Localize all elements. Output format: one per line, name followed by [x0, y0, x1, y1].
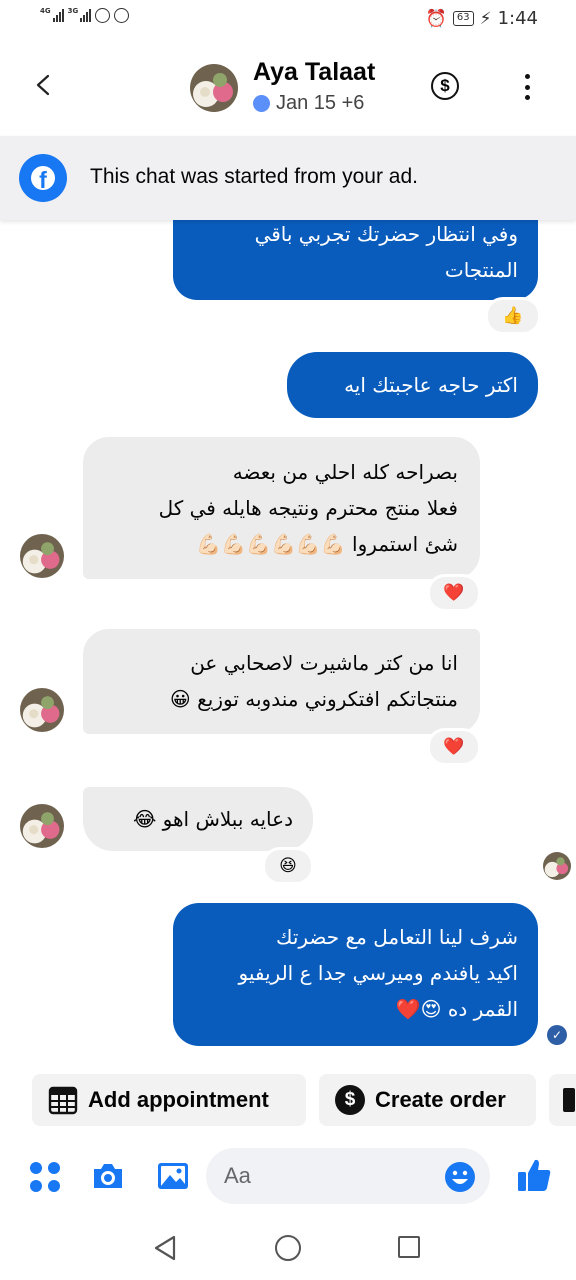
reaction-badge[interactable]: 😆 [262, 847, 314, 885]
calendar-icon [48, 1086, 78, 1115]
more-actions-button[interactable] [549, 1074, 576, 1126]
nav-recents-icon[interactable] [398, 1236, 420, 1258]
add-appointment-label: Add appointment [88, 1087, 269, 1112]
system-nav-bar [0, 1214, 576, 1280]
signal-icon [52, 9, 64, 22]
delivered-check-icon: ✓ [547, 1025, 567, 1045]
nav-back-icon[interactable] [152, 1234, 178, 1262]
reaction-badge[interactable]: ❤️ [427, 728, 481, 766]
avatar[interactable] [20, 804, 64, 848]
dollar-icon[interactable]: $ [431, 72, 459, 100]
create-order-button[interactable]: $ Create order [319, 1074, 536, 1126]
contact-name[interactable]: Aya Talaat [253, 58, 375, 87]
dollar-coin-icon: $ [335, 1085, 365, 1115]
message-bubble-incoming[interactable]: انا من كتر ماشيرت لاصحابي عن منتجاتكم اف… [83, 629, 480, 734]
reaction-badge[interactable]: ❤️ [427, 574, 481, 612]
avatar[interactable] [20, 688, 64, 732]
status-bar: 4G 3G ⏰ 63 ⚡ 1:44 [0, 0, 576, 38]
status-dot [253, 95, 270, 112]
signal-icon [80, 9, 92, 22]
whatsapp-icon [114, 8, 130, 23]
avatar[interactable] [20, 534, 64, 578]
composer [0, 1140, 576, 1214]
back-arrow-icon[interactable] [34, 74, 52, 96]
alarm-icon: ⏰ [425, 8, 447, 29]
message-bubble-outgoing[interactable]: وفي انتظار حضرتك تجربي باقي المنتجات [173, 220, 538, 300]
message-list[interactable]: وفي انتظار حضرتك تجربي باقي المنتجات 👍 ا… [0, 220, 576, 1070]
nav-home-icon[interactable] [275, 1235, 301, 1261]
avatar[interactable] [190, 64, 238, 112]
chat-header: Aya Talaat Jan 15 +6 $ [0, 38, 576, 136]
message-bubble-outgoing[interactable]: شرف لينا التعامل مع حضرتك اكيد يافندم وم… [173, 903, 538, 1046]
apps-icon[interactable] [30, 1162, 60, 1192]
tag-icon [563, 1088, 575, 1112]
ad-banner: f This chat was started from your ad. [0, 136, 576, 220]
banner-text: This chat was started from your ad. [90, 165, 418, 188]
charging-icon: ⚡ [479, 8, 492, 29]
like-icon[interactable] [515, 1156, 553, 1194]
no-disturb-icon [95, 8, 111, 23]
network-type-1: 4G [40, 7, 51, 15]
emoji-icon[interactable] [444, 1161, 476, 1193]
create-order-label: Create order [375, 1087, 506, 1112]
add-appointment-button[interactable]: Add appointment [32, 1074, 306, 1126]
battery-icon: 63 [452, 11, 474, 26]
quick-actions: Add appointment $ Create order [0, 1072, 576, 1128]
last-active: Jan 15 +6 [276, 92, 365, 114]
presence: Jan 15 +6 [253, 92, 364, 115]
message-bubble-outgoing[interactable]: اكتر حاجه عاجبتك ايه [287, 352, 538, 418]
gallery-icon[interactable] [156, 1160, 190, 1192]
message-bubble-incoming[interactable]: بصراحه كله احلي من بعضه فعلا منتج محترم … [83, 437, 480, 579]
camera-icon[interactable] [91, 1160, 125, 1192]
facebook-icon: f [19, 154, 67, 202]
seen-avatar [543, 852, 571, 880]
more-icon[interactable] [523, 74, 531, 100]
clock: 1:44 [497, 8, 538, 29]
network-type-2: 3G [67, 7, 79, 15]
message-bubble-incoming[interactable]: دعايه ببلاش اهو 😂 [83, 787, 313, 851]
reaction-badge[interactable]: 👍 [485, 297, 541, 335]
